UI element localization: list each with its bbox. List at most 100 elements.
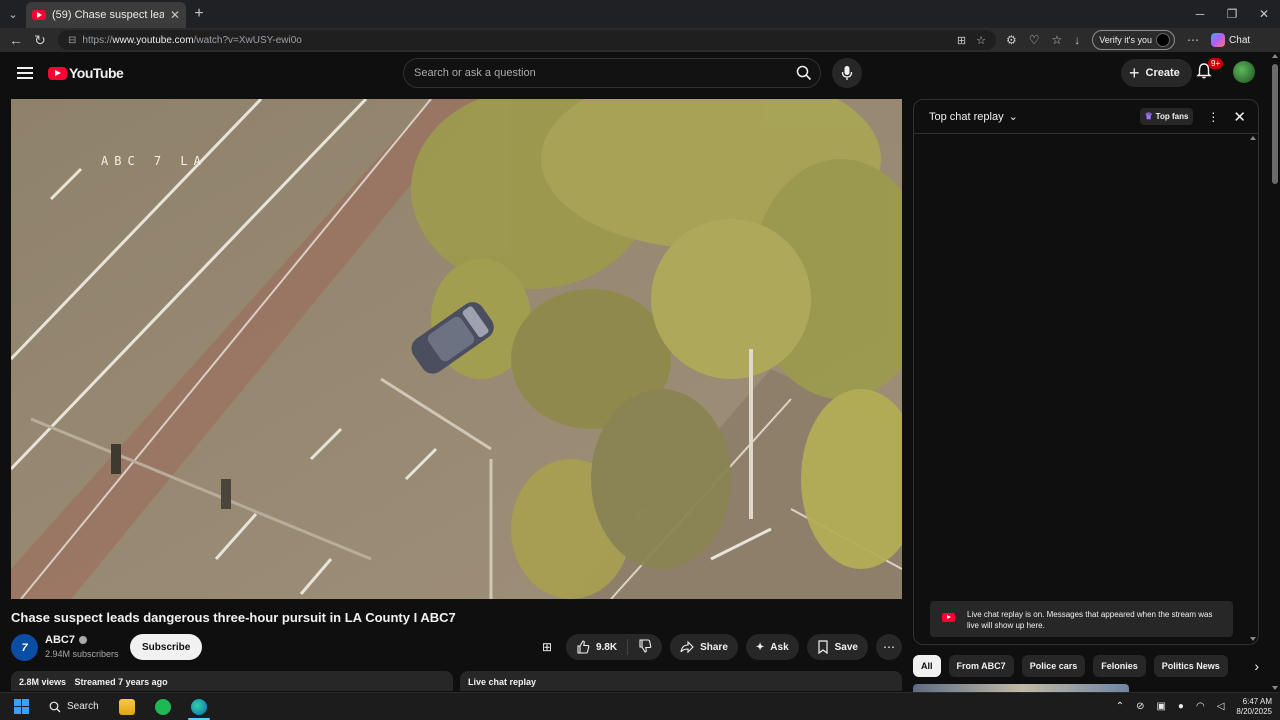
address-toolbar: ← ↻ ⊟ https://www.youtube.com/watch?v=Xw…	[0, 28, 1280, 52]
video-frame	[11, 99, 902, 599]
youtube-logo-icon	[48, 66, 67, 80]
windows-icon[interactable]	[14, 699, 29, 714]
volume-icon[interactable]: ◁	[1217, 701, 1225, 712]
live-chat-replay-box[interactable]: Live chat replay	[460, 671, 902, 691]
system-tray: ⌃ ⊘ ▣ ● ◠ ◁ 6:47 AM 8/20/2025	[1116, 697, 1272, 717]
video-player[interactable]: ABC 7 LA	[11, 99, 902, 599]
search-icon[interactable]	[788, 59, 820, 87]
share-button[interactable]: Share	[670, 634, 738, 660]
chat-mode-dropdown[interactable]: Top chat replay ⌄	[929, 110, 1018, 124]
browser-tabbar: ⌄ (59) Chase suspect leads dangerous thr…	[0, 0, 1280, 28]
youtube-icon	[942, 613, 955, 622]
favorites-icon[interactable]: ☆	[1052, 33, 1063, 47]
view-count: 2.8M views	[19, 677, 67, 687]
new-tab-button[interactable]: +	[186, 5, 212, 23]
chip-felonies[interactable]: Felonies	[1093, 655, 1146, 677]
tab-list-icon[interactable]: ⌄	[0, 0, 26, 28]
recommendation-chips: All From ABC7 Police cars Felonies Polit…	[913, 655, 1259, 677]
edge-icon[interactable]	[187, 698, 210, 720]
favorite-star-icon[interactable]: ☆	[976, 34, 986, 47]
chip-police-cars[interactable]: Police cars	[1021, 655, 1086, 677]
stream-date: Streamed 7 years ago	[74, 677, 168, 687]
youtube-logo[interactable]: YouTube	[48, 65, 124, 81]
browser-menu-icon[interactable]: ⋯	[1187, 33, 1199, 47]
top-fans-button[interactable]: ♛ Top fans	[1139, 108, 1194, 125]
close-tab-icon[interactable]: ✕	[170, 8, 180, 22]
chip-politics-news[interactable]: Politics News	[1153, 655, 1228, 677]
more-icon[interactable]: ⋯	[876, 634, 902, 660]
windows-taskbar: Search ⌃ ⊘ ▣ ● ◠ ◁ 6:47 AM 8/20/2025	[0, 692, 1280, 720]
app-install-icon[interactable]: ⊞	[957, 34, 966, 47]
minimize-icon[interactable]: ─	[1184, 7, 1216, 21]
url-field[interactable]: ⊟ https://www.youtube.com/watch?v=XwUSY-…	[58, 30, 996, 50]
url-text: https://www.youtube.com/watch?v=XwUSY-ew…	[82, 34, 302, 46]
chat-panel: Top chat replay ⌄ ♛ Top fans ⋮ ✕ Live ch…	[913, 99, 1259, 645]
notification-badge: 9+	[1208, 58, 1224, 69]
abc7-watermark: ABC 7 LA	[101, 154, 207, 168]
video-title: Chase suspect leads dangerous three-hour…	[11, 610, 456, 625]
like-button[interactable]: 9.8K	[566, 639, 629, 655]
save-button[interactable]: Save	[806, 634, 868, 660]
restore-icon[interactable]: ❐	[1216, 7, 1248, 21]
downloads-icon[interactable]: ↓	[1074, 33, 1080, 47]
window-controls: ─ ❐ ✕	[1184, 7, 1280, 21]
mic-tray-icon[interactable]: ●	[1178, 701, 1184, 712]
channel-name[interactable]: ABC7	[45, 634, 87, 646]
verify-profile-button[interactable]: Verify it's you	[1092, 30, 1176, 50]
chip-all[interactable]: All	[913, 655, 941, 677]
extensions-icon[interactable]: ⚙	[1006, 33, 1017, 47]
notifications-button[interactable]: 9+	[1196, 58, 1224, 85]
plus-icon: +	[1129, 63, 1140, 83]
close-window-icon[interactable]: ✕	[1248, 7, 1280, 21]
chat-replay-banner: Live chat replay is on. Messages that ap…	[930, 601, 1233, 637]
share-icon	[680, 640, 694, 654]
subscribe-button[interactable]: Subscribe	[130, 634, 203, 660]
sparkle-icon: ✦	[755, 641, 765, 653]
copilot-chat-button[interactable]: Chat	[1211, 33, 1250, 47]
menu-icon[interactable]	[17, 64, 33, 82]
search-icon	[49, 701, 61, 712]
crown-icon: ♛	[1144, 111, 1153, 121]
like-dislike-group: 9.8K	[565, 634, 663, 660]
search-input[interactable]: Search or ask a question	[403, 58, 821, 88]
tray-app-icon[interactable]: ▣	[1156, 701, 1165, 712]
search-placeholder: Search or ask a question	[414, 67, 536, 79]
clock[interactable]: 6:47 AM 8/20/2025	[1236, 697, 1272, 717]
copilot-icon	[1211, 33, 1226, 47]
taskbar-search[interactable]: Search	[49, 701, 99, 713]
channel-row: 7 ABC7 2.94M subscribers Subscribe ⊞ 9.8…	[11, 633, 902, 663]
refresh-icon[interactable]: ↻	[28, 32, 52, 49]
chevron-down-icon: ⌄	[1008, 111, 1018, 123]
channel-avatar[interactable]: 7	[11, 634, 38, 661]
back-icon[interactable]: ←	[4, 32, 28, 48]
recommended-video-thumbnail[interactable]	[913, 684, 1129, 692]
dislike-button[interactable]	[628, 638, 662, 656]
youtube-header: YouTube Search or ask a question + Creat…	[0, 52, 1270, 94]
file-explorer-icon[interactable]	[118, 698, 135, 715]
site-info-icon[interactable]: ⊟	[68, 35, 76, 46]
bookmark-icon	[818, 640, 828, 654]
close-icon[interactable]: ✕	[1233, 108, 1246, 126]
ask-button[interactable]: ✦ Ask	[745, 634, 799, 660]
like-icon	[577, 640, 590, 654]
chip-from-abc7[interactable]: From ABC7	[948, 655, 1014, 677]
create-button[interactable]: + Create	[1121, 59, 1192, 87]
profile-avatar	[1156, 33, 1171, 47]
youtube-favicon-icon	[32, 10, 46, 20]
chat-scrollbar[interactable]	[1250, 136, 1256, 641]
chat-more-icon[interactable]: ⋮	[1207, 110, 1219, 124]
tab-title: (59) Chase suspect leads dangerous three…	[52, 9, 164, 21]
tray-overflow-icon[interactable]: ⌃	[1116, 701, 1124, 712]
dislike-icon	[639, 638, 652, 653]
mic-icon[interactable]	[832, 58, 862, 88]
page-scrollbar[interactable]	[1270, 52, 1280, 692]
browser-essentials-icon[interactable]: ♡	[1029, 33, 1040, 47]
account-avatar[interactable]	[1233, 61, 1255, 83]
spotify-icon[interactable]	[154, 698, 171, 715]
description-box[interactable]: 2.8M views Streamed 7 years ago	[11, 671, 453, 691]
wifi-icon[interactable]: ◠	[1196, 701, 1205, 712]
chevron-right-icon[interactable]: ›	[1254, 658, 1259, 674]
browser-tab-active[interactable]: (59) Chase suspect leads dangerous three…	[26, 2, 186, 28]
network-off-icon[interactable]: ⊘	[1136, 701, 1144, 712]
apps-grid-icon[interactable]: ⊞	[536, 640, 558, 654]
